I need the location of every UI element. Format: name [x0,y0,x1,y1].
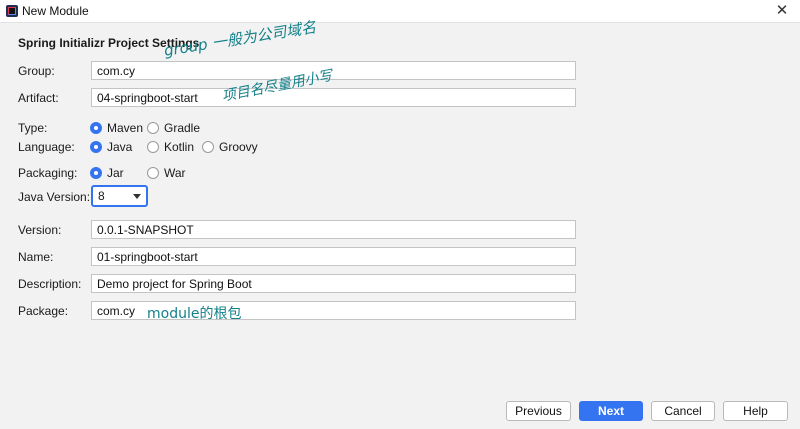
packaging-war-radio[interactable]: War [147,166,186,180]
window-title: New Module [22,4,89,18]
type-label: Type: [18,121,48,135]
description-input[interactable]: Demo project for Spring Boot [91,274,576,293]
java-version-select[interactable]: 8 [91,185,148,207]
packaging-jar-radio[interactable]: Jar [90,166,124,180]
type-gradle-radio[interactable]: Gradle [147,121,200,135]
group-label: Group: [18,64,55,78]
artifact-label: Artifact: [18,91,59,105]
version-input[interactable]: 0.0.1-SNAPSHOT [91,220,576,239]
description-label: Description: [18,277,82,291]
package-annotation: module的根包 [147,306,242,322]
next-button[interactable]: Next [579,401,643,421]
language-label: Language: [18,140,75,154]
group-input[interactable]: com.cy [91,61,576,80]
radio-unselected-icon [147,141,159,153]
radio-unselected-icon [147,167,159,179]
package-label: Package: [18,304,69,318]
radio-selected-icon [90,141,102,153]
radio-label: Maven [107,121,144,135]
previous-button[interactable]: Previous [506,401,571,421]
packaging-label: Packaging: [18,166,78,180]
java-version-value: 8 [98,189,105,203]
intellij-app-icon [6,5,18,17]
type-maven-radio[interactable]: Maven [90,121,143,135]
radio-label: Java [107,140,133,154]
java-version-label: Java Version: [18,190,91,204]
radio-selected-icon [90,122,102,134]
radio-label: War [164,166,186,180]
radio-label: Groovy [219,140,258,154]
radio-label: Jar [107,166,124,180]
close-icon[interactable]: ✕ [772,2,792,20]
title-bar: New Module ✕ [0,0,800,23]
radio-label: Kotlin [164,140,195,154]
radio-unselected-icon [202,141,214,153]
help-button[interactable]: Help [723,401,788,421]
name-input[interactable]: 01-springboot-start [91,247,576,266]
radio-label: Gradle [164,121,201,135]
artifact-input[interactable]: 04-springboot-start [91,88,576,107]
language-java-radio[interactable]: Java [90,140,132,154]
name-label: Name: [18,250,54,264]
chevron-down-icon [133,194,141,199]
radio-unselected-icon [147,122,159,134]
radio-selected-icon [90,167,102,179]
version-label: Version: [18,223,62,237]
cancel-button[interactable]: Cancel [651,401,715,421]
language-groovy-radio[interactable]: Groovy [202,140,258,154]
language-kotlin-radio[interactable]: Kotlin [147,140,194,154]
